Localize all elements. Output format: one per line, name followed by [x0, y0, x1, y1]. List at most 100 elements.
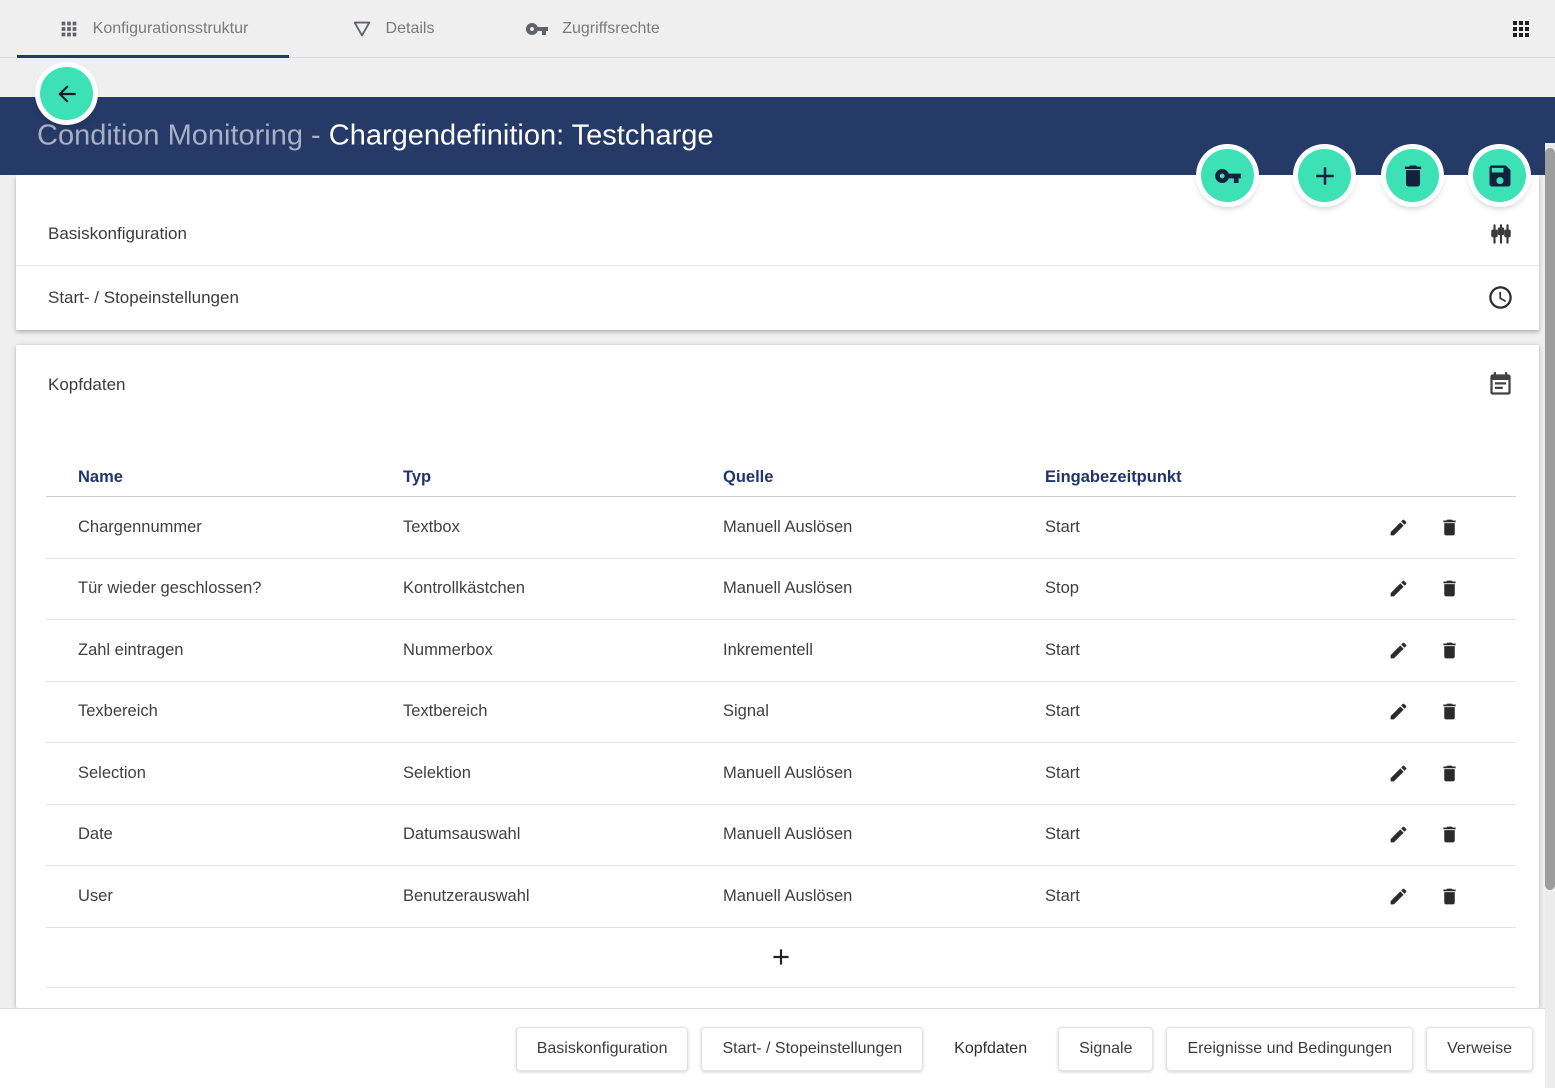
tab-konfigurationsstruktur[interactable]: Konfigurationsstruktur	[17, 0, 289, 57]
cell-typ: Selektion	[403, 764, 723, 783]
kopfdaten-title: Kopfdaten	[48, 375, 126, 395]
bottom-button-signale[interactable]: Signale	[1058, 1027, 1153, 1071]
cell-typ: Datumsauswahl	[403, 825, 723, 844]
delete-row-button[interactable]	[1439, 517, 1460, 538]
back-button[interactable]	[40, 67, 93, 120]
edit-row-button[interactable]	[1388, 701, 1409, 722]
trash-icon	[1399, 162, 1427, 190]
top-tab-bar: Konfigurationsstruktur Details Zugriffsr…	[0, 0, 1555, 58]
cell-quelle: Manuell Auslösen	[723, 887, 1045, 906]
cell-eingabezeitpunkt: Start	[1045, 518, 1326, 537]
cell-eingabezeitpunkt: Start	[1045, 641, 1326, 660]
clock-icon	[1487, 284, 1514, 311]
edit-row-button[interactable]	[1388, 886, 1409, 907]
scrollbar-thumb[interactable]	[1545, 148, 1555, 890]
add-icon	[768, 944, 794, 970]
cell-quelle: Manuell Auslösen	[723, 764, 1045, 783]
cell-name: User	[78, 887, 403, 906]
edit-row-button[interactable]	[1388, 763, 1409, 784]
delete-row-button[interactable]	[1439, 578, 1460, 599]
delete-button[interactable]	[1386, 149, 1439, 202]
column-header-typ: Typ	[403, 468, 723, 487]
key-icon	[525, 17, 549, 41]
table-row[interactable]: Tür wieder geschlossen? Kontrollkästchen…	[46, 559, 1516, 621]
cell-typ: Textbereich	[403, 702, 723, 721]
bottom-item-kopfdaten-active[interactable]: Kopfdaten	[936, 1040, 1045, 1058]
active-tab-underline	[17, 55, 289, 58]
permissions-button[interactable]	[1201, 149, 1254, 202]
tab-label: Zugriffsrechte	[562, 20, 660, 38]
cell-name: Date	[78, 825, 403, 844]
bottom-button-basiskonfiguration[interactable]: Basiskonfiguration	[516, 1027, 689, 1071]
cell-quelle: Manuell Auslösen	[723, 579, 1045, 598]
delete-row-button[interactable]	[1439, 701, 1460, 722]
add-icon	[1310, 161, 1340, 191]
delete-row-button[interactable]	[1439, 640, 1460, 661]
kopfdaten-table: Name Typ Quelle Eingabezeitpunkt Chargen…	[46, 458, 1516, 988]
row-actions	[1326, 517, 1516, 538]
bottom-button-ereignisse-und-bedingungen[interactable]: Ereignisse und Bedingungen	[1166, 1027, 1413, 1071]
save-button[interactable]	[1473, 149, 1526, 202]
cell-eingabezeitpunkt: Stop	[1045, 579, 1326, 598]
cell-eingabezeitpunkt: Start	[1045, 702, 1326, 721]
table-row[interactable]: Selection Selektion Manuell Auslösen Sta…	[46, 743, 1516, 805]
cell-quelle: Inkrementell	[723, 641, 1045, 660]
row-actions	[1326, 763, 1516, 784]
section-basiskonfiguration[interactable]: Basiskonfiguration	[16, 203, 1539, 265]
edit-row-button[interactable]	[1388, 824, 1409, 845]
cell-eingabezeitpunkt: Start	[1045, 887, 1326, 906]
cell-quelle: Manuell Auslösen	[723, 825, 1045, 844]
table-row[interactable]: Zahl eintragen Nummerbox Inkrementell St…	[46, 620, 1516, 682]
row-actions	[1326, 640, 1516, 661]
cell-name: Tür wieder geschlossen?	[78, 579, 403, 598]
cell-eingabezeitpunkt: Start	[1045, 825, 1326, 844]
arrow-left-icon	[54, 81, 80, 107]
kopfdaten-table-body: Chargennummer Textbox Manuell Auslösen S…	[46, 497, 1516, 928]
tab-details[interactable]: Details	[330, 0, 455, 57]
tune-sliders-icon	[1488, 221, 1514, 247]
row-actions	[1326, 824, 1516, 845]
column-header-quelle: Quelle	[723, 468, 1045, 487]
table-row[interactable]: User Benutzerauswahl Manuell Auslösen St…	[46, 866, 1516, 928]
delete-row-button[interactable]	[1439, 824, 1460, 845]
grid-icon	[58, 18, 80, 40]
section-label: Basiskonfiguration	[48, 224, 1488, 244]
cell-typ: Kontrollkästchen	[403, 579, 723, 598]
cell-name: Chargennummer	[78, 518, 403, 537]
row-actions	[1326, 701, 1516, 722]
tab-label: Konfigurationsstruktur	[93, 20, 249, 38]
add-row-button[interactable]	[46, 928, 1516, 988]
funnel-icon	[351, 18, 373, 40]
tab-label: Details	[386, 20, 435, 38]
kopfdaten-table-header: Name Typ Quelle Eingabezeitpunkt	[46, 458, 1516, 497]
cell-name: Zahl eintragen	[78, 641, 403, 660]
cell-name: Texbereich	[78, 702, 403, 721]
calendar-note-icon[interactable]	[1487, 371, 1514, 398]
cell-name: Selection	[78, 764, 403, 783]
bottom-button-verweise[interactable]: Verweise	[1426, 1027, 1533, 1071]
kopfdaten-card: Kopfdaten Name Typ Quelle Eingabezeitpun…	[16, 345, 1539, 1008]
section-start-stopeinstellungen[interactable]: Start- / Stopeinstellungen	[16, 265, 1539, 329]
cell-typ: Nummerbox	[403, 641, 723, 660]
page-title-prefix: Condition Monitoring -	[37, 120, 329, 152]
delete-row-button[interactable]	[1439, 763, 1460, 784]
page-title-main: Chargendefinition: Testcharge	[329, 120, 714, 152]
column-header-eingabezeitpunkt: Eingabezeitpunkt	[1045, 468, 1326, 487]
edit-row-button[interactable]	[1388, 640, 1409, 661]
edit-row-button[interactable]	[1388, 578, 1409, 599]
table-row[interactable]: Chargennummer Textbox Manuell Auslösen S…	[46, 497, 1516, 559]
section-label: Start- / Stopeinstellungen	[48, 288, 1487, 308]
table-row[interactable]: Texbereich Textbereich Signal Start	[46, 682, 1516, 744]
cell-typ: Textbox	[403, 518, 723, 537]
apps-grid-icon[interactable]	[1509, 17, 1533, 41]
column-header-name: Name	[78, 468, 403, 487]
vertical-scrollbar[interactable]	[1545, 143, 1555, 1088]
row-actions	[1326, 578, 1516, 599]
cell-quelle: Signal	[723, 702, 1045, 721]
tab-zugriffsrechte[interactable]: Zugriffsrechte	[505, 0, 680, 57]
delete-row-button[interactable]	[1439, 886, 1460, 907]
table-row[interactable]: Date Datumsauswahl Manuell Auslösen Star…	[46, 805, 1516, 867]
bottom-button-start-stopeinstellungen[interactable]: Start- / Stopeinstellungen	[701, 1027, 923, 1071]
add-button[interactable]	[1298, 149, 1351, 202]
edit-row-button[interactable]	[1388, 517, 1409, 538]
